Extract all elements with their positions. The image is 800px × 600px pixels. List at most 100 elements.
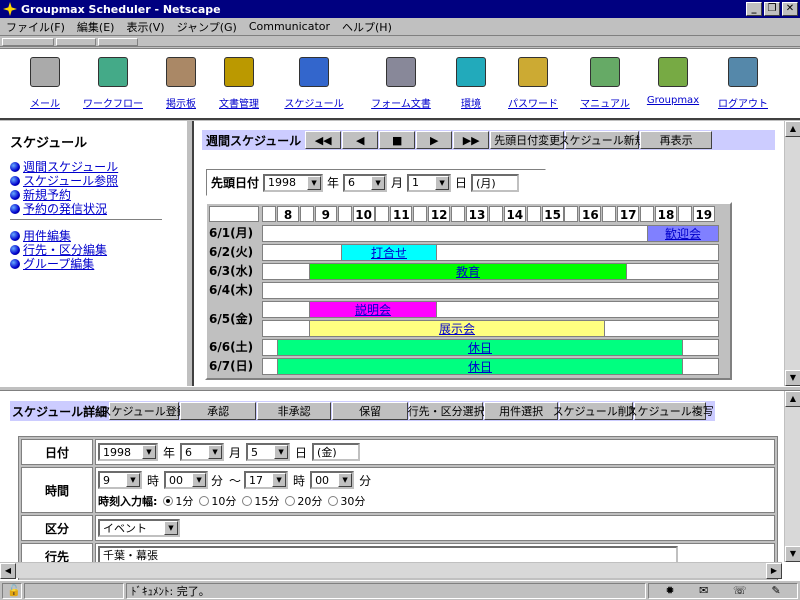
- month-select[interactable]: 6 ▼: [343, 173, 388, 192]
- link-booking-status[interactable]: 予約の発信状況: [10, 200, 107, 217]
- menu-jump[interactable]: ジャンプ(G): [171, 19, 243, 35]
- hold-button[interactable]: 保留: [332, 402, 409, 420]
- security-lock-icon[interactable]: 🔓: [2, 582, 22, 599]
- event-block[interactable]: 教育: [309, 263, 627, 280]
- toolbar-handle[interactable]: [2, 38, 54, 46]
- hour-spacer: [262, 206, 276, 222]
- toolbar-handle[interactable]: [56, 38, 96, 46]
- today-button[interactable]: ■: [379, 131, 416, 149]
- detail-year-select[interactable]: 1998 ▼: [98, 443, 158, 461]
- menu-edit[interactable]: 編集(E): [71, 19, 121, 35]
- app-documents[interactable]: 文書管理: [204, 57, 274, 110]
- discussions-icon[interactable]: ☏: [733, 584, 747, 597]
- app-password[interactable]: パスワード: [498, 57, 568, 110]
- weekly-vscrollbar[interactable]: ▲ ▼: [784, 121, 800, 386]
- app-groupmax[interactable]: Groupmax: [638, 57, 708, 106]
- prev-week-button[interactable]: ◀◀: [305, 131, 342, 149]
- event-block[interactable]: 歓迎会: [647, 225, 719, 242]
- minimize-button[interactable]: _: [746, 2, 762, 16]
- app-manual[interactable]: マニュアル: [570, 57, 640, 110]
- select-item-button[interactable]: 用件選択: [484, 402, 559, 420]
- app-label[interactable]: 文書管理: [219, 99, 259, 110]
- end-minute-select[interactable]: 00 ▼: [310, 471, 355, 489]
- app-schedule[interactable]: スケジュール: [279, 57, 349, 110]
- event-block[interactable]: 休日: [277, 339, 683, 356]
- hour-header: 11: [390, 206, 413, 222]
- app-label[interactable]: メール: [30, 99, 60, 110]
- change-start-date-button[interactable]: 先頭日付変更: [490, 131, 565, 149]
- refresh-button[interactable]: 再表示: [640, 131, 713, 149]
- hour-header: 10: [352, 206, 375, 222]
- step-radio-30[interactable]: [328, 496, 339, 506]
- category-select[interactable]: イベント ▼: [98, 519, 180, 537]
- next-week-button[interactable]: ▶▶: [453, 131, 490, 149]
- mail-icon[interactable]: ✉: [699, 584, 708, 597]
- day-slot-row[interactable]: [262, 282, 719, 299]
- year-select[interactable]: 1998 ▼: [263, 173, 324, 192]
- composer-icon[interactable]: ✎: [771, 584, 780, 597]
- close-button[interactable]: ✕: [782, 2, 798, 16]
- detail-month-select[interactable]: 6 ▼: [180, 443, 225, 461]
- step-radio-15[interactable]: [242, 496, 253, 506]
- menu-help[interactable]: ヘルプ(H): [336, 19, 398, 35]
- select-destination-button[interactable]: 行先・区分選択: [408, 402, 485, 420]
- detail-vscrollbar[interactable]: ▲ ▼: [784, 391, 800, 562]
- day-slot-row[interactable]: [262, 244, 719, 261]
- start-hour-select[interactable]: 9 ▼: [98, 471, 142, 489]
- app-label[interactable]: フォーム文書: [371, 99, 431, 110]
- detail-hscrollbar[interactable]: ◀ ▶: [0, 562, 782, 579]
- copy-schedule-button[interactable]: スケジュール複写: [627, 402, 714, 420]
- link-edit-groups[interactable]: グループ編集: [10, 255, 94, 272]
- scroll-right-icon[interactable]: ▶: [766, 563, 782, 579]
- key-icon: [518, 57, 548, 87]
- approve-button[interactable]: 承認: [180, 402, 257, 420]
- reject-button[interactable]: 非承認: [257, 402, 332, 420]
- prev-day-button[interactable]: ◀: [342, 131, 379, 149]
- dropdown-arrow-icon: ▼: [272, 473, 287, 487]
- navigator-icon[interactable]: ✹: [665, 584, 674, 597]
- delete-schedule-button[interactable]: スケジュール削除: [553, 402, 640, 420]
- scroll-left-icon[interactable]: ◀: [0, 563, 16, 579]
- event-block[interactable]: 休日: [277, 358, 683, 375]
- app-forms[interactable]: フォーム文書: [366, 57, 436, 110]
- scroll-down-icon[interactable]: ▼: [785, 370, 800, 386]
- menu-file[interactable]: ファイル(F): [0, 19, 71, 35]
- app-label[interactable]: 掲示板: [166, 99, 196, 110]
- event-block[interactable]: 打合せ: [341, 244, 437, 261]
- app-label[interactable]: 環境: [461, 99, 481, 110]
- maximize-button[interactable]: ❐: [764, 2, 780, 16]
- dropdown-arrow-icon: ▼: [307, 175, 322, 190]
- app-workflow[interactable]: ワークフロー: [78, 57, 148, 110]
- app-label[interactable]: Groupmax: [647, 95, 699, 106]
- step-radio-20[interactable]: [285, 496, 296, 506]
- step-radio-1[interactable]: [163, 496, 174, 506]
- scroll-down-icon[interactable]: ▼: [785, 546, 800, 562]
- event-block[interactable]: 説明会: [309, 301, 437, 318]
- hour-spacer: [640, 206, 654, 222]
- toolbar-handle[interactable]: [98, 38, 138, 46]
- menu-view[interactable]: 表示(V): [120, 19, 170, 35]
- register-schedule-button[interactable]: スケジュール登録: [101, 402, 188, 420]
- scroll-up-icon[interactable]: ▲: [785, 121, 800, 137]
- app-mail[interactable]: メール: [10, 57, 80, 110]
- event-block[interactable]: 展示会: [309, 320, 605, 337]
- app-label[interactable]: マニュアル: [580, 99, 630, 110]
- new-schedule-button[interactable]: スケジュール新規: [559, 131, 646, 149]
- app-label[interactable]: ワークフロー: [83, 99, 143, 110]
- menu-communicator[interactable]: Communicator: [243, 20, 336, 33]
- start-minute-select[interactable]: 00 ▼: [164, 471, 209, 489]
- hour-unit: 時: [293, 473, 306, 488]
- detail-day-select[interactable]: 5 ▼: [246, 443, 291, 461]
- step-radio-10[interactable]: [199, 496, 210, 506]
- end-hour-select[interactable]: 17 ▼: [244, 471, 289, 489]
- app-label[interactable]: パスワード: [508, 99, 558, 110]
- year-value: 1998: [268, 176, 297, 189]
- app-label[interactable]: スケジュール: [284, 99, 343, 110]
- scroll-up-icon[interactable]: ▲: [785, 391, 800, 407]
- next-day-button[interactable]: ▶: [416, 131, 453, 149]
- app-label[interactable]: ログアウト: [718, 99, 768, 110]
- dropdown-arrow-icon: ▼: [192, 473, 207, 487]
- day-select[interactable]: 1 ▼: [407, 173, 452, 192]
- app-logout[interactable]: ログアウト: [708, 57, 778, 110]
- app-environment[interactable]: 環境: [436, 57, 506, 110]
